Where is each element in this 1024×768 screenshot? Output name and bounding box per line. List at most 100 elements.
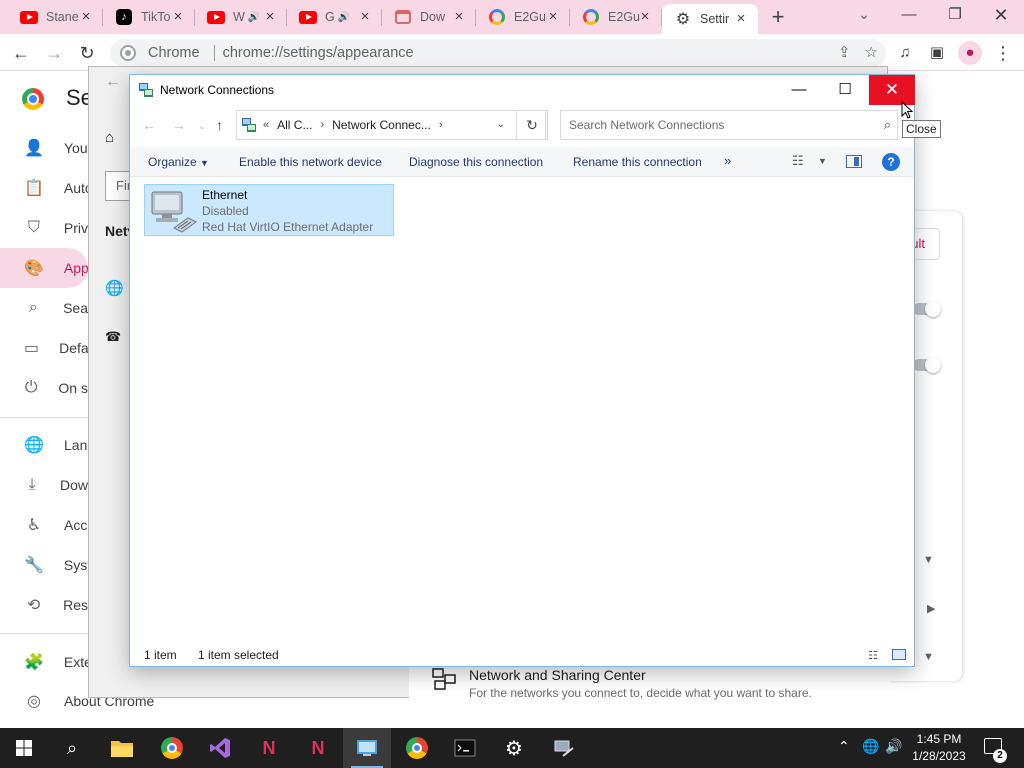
sidebar-item-appearance[interactable]: 🎨 App <box>0 248 88 288</box>
chevron-right-icon[interactable]: ▶ <box>927 602 935 615</box>
profile-avatar-icon[interactable]: ● <box>958 41 982 65</box>
terminal-icon[interactable] <box>441 728 489 768</box>
back-icon[interactable]: ← <box>8 40 34 66</box>
maximize-icon[interactable]: ☐ <box>822 75 868 105</box>
close-tab-icon[interactable]: × <box>261 8 279 26</box>
toggle-switch[interactable] <box>913 301 941 317</box>
volume-icon[interactable]: 🔊 <box>885 738 902 755</box>
dialup-icon[interactable]: ☎ <box>105 329 121 345</box>
chrome-profile-icon[interactable] <box>393 728 441 768</box>
title-bar[interactable]: Network Connections — ☐ ✕ <box>130 75 915 105</box>
sidebar-item-system[interactable]: 🔧 Syst <box>0 545 88 585</box>
menu-kebab-icon[interactable]: ⋮ <box>990 40 1016 66</box>
media-control-icon[interactable]: ♫ <box>892 40 918 66</box>
close-tab-icon[interactable]: × <box>544 8 562 26</box>
breadcrumb-network-connections[interactable]: Network Connec... <box>332 118 431 132</box>
restore-icon[interactable]: ❐ <box>932 0 978 32</box>
speaker-icon[interactable]: 🔊 <box>248 12 260 23</box>
chevron-right-icon[interactable]: › <box>439 119 443 131</box>
file-explorer-icon[interactable] <box>98 728 146 768</box>
connection-item-ethernet[interactable]: Ethernet Disabled Red Hat VirtIO Etherne… <box>144 184 394 236</box>
change-view-icon[interactable]: ☷ <box>792 153 804 169</box>
breadcrumb-all-control-panel[interactable]: All C... <box>277 118 312 132</box>
diagnose-button[interactable]: Diagnose this connection <box>409 155 543 169</box>
details-view-icon[interactable]: ☷ <box>868 649 878 662</box>
chevron-down-icon[interactable]: ▼ <box>923 554 934 566</box>
close-tab-icon[interactable]: × <box>169 8 187 26</box>
globe-network-icon[interactable]: 🌐 <box>105 279 124 297</box>
sidebar-item-you[interactable]: 👤 You <box>0 128 88 168</box>
tab-e2gu-1[interactable]: E2Gu × <box>476 0 570 34</box>
clock[interactable]: 1:45 PM 1/28/2023 <box>904 731 974 765</box>
large-icons-view-icon[interactable] <box>892 649 906 660</box>
network-tray-icon[interactable]: 🌐 <box>862 738 879 755</box>
sidebar-item-search-engine[interactable]: ⌕ Sea <box>0 288 88 328</box>
close-tab-icon[interactable]: × <box>450 8 468 26</box>
address-breadcrumb[interactable]: « All C... › Network Connec... › ⌄ <box>236 110 546 140</box>
speaker-icon[interactable]: 🔊 <box>338 12 350 23</box>
rename-button[interactable]: Rename this connection <box>573 155 702 169</box>
minimize-icon[interactable]: — <box>776 75 822 105</box>
home-icon[interactable]: ⌂ <box>105 129 114 146</box>
enable-device-button[interactable]: Enable this network device <box>239 155 382 169</box>
search-input[interactable]: Search Network Connections ⌕ <box>560 110 898 140</box>
tab-e2gu-2[interactable]: E2Gu × <box>570 0 662 34</box>
tab-settings[interactable]: ⚙ Settir × <box>662 4 758 34</box>
visual-studio-icon[interactable] <box>196 728 244 768</box>
search-icon[interactable]: ⌕ <box>48 728 96 768</box>
network-app-icon[interactable] <box>540 728 588 768</box>
settings-gear-icon[interactable]: ⚙ <box>490 728 538 768</box>
site-chip[interactable]: Chrome <box>110 45 208 61</box>
toggle-switch[interactable] <box>913 357 941 373</box>
app-n-icon[interactable]: N <box>294 728 342 768</box>
share-icon[interactable]: ⇪ <box>838 43 851 61</box>
organize-button[interactable]: Organize ▼ <box>148 155 209 169</box>
refresh-button[interactable]: ↻ <box>516 110 548 140</box>
up-arrow-icon[interactable]: ↑ <box>216 117 223 133</box>
close-window-icon[interactable]: ✕ <box>978 0 1024 32</box>
chevron-down-icon[interactable]: ▼ <box>818 156 827 166</box>
address-bar[interactable]: Chrome chrome://settings/appearance ⇪ ☆ <box>110 39 886 67</box>
forward-arrow-icon[interactable]: → <box>172 117 186 133</box>
chevron-down-icon[interactable]: ▼ <box>923 651 934 663</box>
tab-youtube-w[interactable]: W 🔊 × <box>195 0 287 34</box>
network-connections-taskbar-icon[interactable] <box>343 728 391 768</box>
sidebar-item-on-startup[interactable]: ⏻ On s <box>0 368 88 408</box>
app-n-icon[interactable]: N <box>245 728 293 768</box>
side-panel-icon[interactable]: ▣ <box>924 40 950 66</box>
minimize-icon[interactable]: — <box>886 0 932 32</box>
tab-youtube-g[interactable]: G 🔊 × <box>287 0 382 34</box>
close-tab-icon[interactable]: × <box>732 10 750 28</box>
sidebar-item-extensions[interactable]: 🧩 Exte <box>0 642 88 682</box>
chrome-icon[interactable] <box>148 728 196 768</box>
forward-icon[interactable]: → <box>41 40 67 66</box>
chevron-right-icon[interactable]: › <box>320 119 324 131</box>
bookmark-star-icon[interactable]: ☆ <box>865 43 878 61</box>
chevron-down-icon[interactable]: ⌄ <box>497 119 505 130</box>
back-arrow-icon[interactable]: ← <box>142 117 156 133</box>
more-commands-button[interactable]: » <box>724 153 731 168</box>
new-tab-button[interactable]: + <box>766 6 790 30</box>
start-button[interactable] <box>0 728 48 768</box>
chevron-up-icon[interactable]: ⌃ <box>838 738 850 755</box>
sidebar-item-privacy[interactable]: ⛉ Priv <box>0 208 88 248</box>
back-arrow-icon[interactable]: ← <box>105 73 121 91</box>
sidebar-item-languages[interactable]: 🌐 Lan <box>0 425 88 465</box>
reload-icon[interactable]: ↻ <box>74 40 100 66</box>
tab-tiktok[interactable]: ♪ TikTo × <box>103 0 195 34</box>
close-tab-icon[interactable]: × <box>636 8 654 26</box>
overflow-chevron[interactable]: « <box>263 119 269 131</box>
url-text[interactable]: chrome://settings/appearance <box>223 45 414 61</box>
sidebar-item-autofill[interactable]: 📋 Auto <box>0 168 88 208</box>
close-tab-icon[interactable]: × <box>77 8 95 26</box>
tab-download[interactable]: Dow × <box>382 0 476 34</box>
sidebar-item-downloads[interactable]: ⤓ Dow <box>0 465 88 505</box>
preview-pane-icon[interactable] <box>846 155 862 168</box>
sidebar-item-default-browser[interactable]: ▭ Defa <box>0 328 88 368</box>
help-icon[interactable]: ? <box>882 153 900 171</box>
close-tab-icon[interactable]: × <box>356 8 374 26</box>
sidebar-item-reset[interactable]: ⟲ Res <box>0 585 88 625</box>
sidebar-item-accessibility[interactable]: ♿ Acc <box>0 505 88 545</box>
tab-youtube-stane[interactable]: Stane × <box>8 0 103 34</box>
recent-locations-icon[interactable]: ⌄ <box>198 121 206 132</box>
